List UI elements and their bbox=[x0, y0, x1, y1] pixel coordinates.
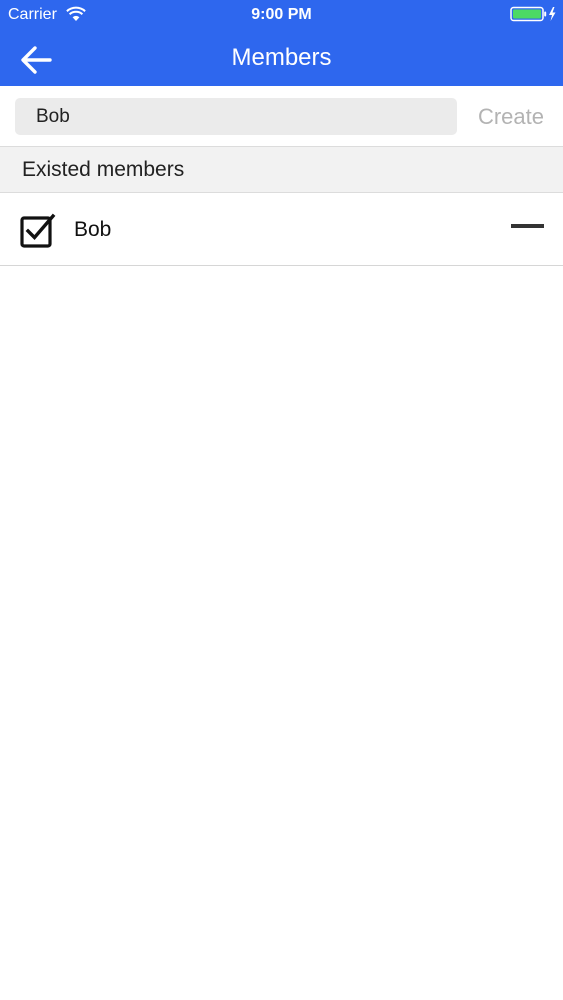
section-header: Existed members bbox=[0, 146, 563, 193]
nav-bar: Members bbox=[0, 30, 563, 86]
status-bar: Carrier 9:00 PM bbox=[0, 0, 563, 30]
members-screen: Carrier 9:00 PM Members Bob Create Exist… bbox=[0, 0, 563, 1000]
section-title: Existed members bbox=[22, 158, 185, 181]
member-name: Bob bbox=[74, 218, 112, 241]
create-member-row: Create bbox=[0, 86, 563, 146]
page-title: Members bbox=[231, 44, 332, 71]
checkbox-checked-icon[interactable] bbox=[20, 212, 56, 248]
create-button[interactable]: Create bbox=[466, 102, 556, 132]
list-item: Bob bbox=[0, 193, 563, 266]
app-header: Carrier 9:00 PM Members bbox=[0, 0, 563, 86]
battery-charging-icon bbox=[510, 6, 556, 22]
status-time: 9:00 PM bbox=[251, 6, 312, 23]
minus-icon bbox=[511, 224, 544, 228]
remove-member-button[interactable] bbox=[506, 215, 550, 235]
member-name-input[interactable] bbox=[15, 98, 457, 135]
